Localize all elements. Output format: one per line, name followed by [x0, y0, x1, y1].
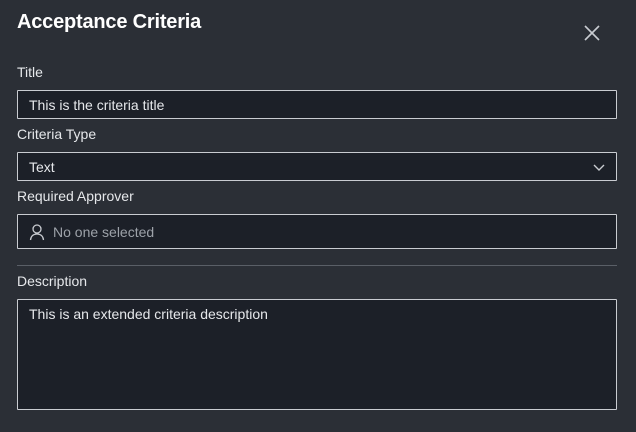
required-approver-placeholder: No one selected — [53, 223, 155, 240]
criteria-type-selected-value: Text — [29, 158, 55, 175]
person-icon — [29, 223, 45, 240]
dialog-title: Acceptance Criteria — [17, 11, 202, 33]
criteria-type-label: Criteria Type — [17, 126, 97, 142]
title-input-value: This is the criteria title — [29, 96, 165, 113]
section-divider — [17, 265, 617, 266]
acceptance-criteria-dialog: Acceptance Criteria Title This is the cr… — [0, 0, 636, 432]
criteria-type-select[interactable]: Text — [17, 152, 617, 181]
description-value: This is an extended criteria description — [29, 306, 268, 322]
title-label: Title — [17, 64, 43, 80]
description-textarea[interactable]: This is an extended criteria description — [17, 299, 617, 410]
close-button[interactable] — [580, 21, 604, 45]
description-label: Description — [17, 273, 88, 289]
chevron-down-icon — [593, 164, 605, 171]
required-approver-picker[interactable]: No one selected — [17, 214, 617, 249]
title-input[interactable]: This is the criteria title — [17, 90, 617, 119]
close-icon — [584, 25, 600, 41]
required-approver-label: Required Approver — [17, 188, 134, 204]
